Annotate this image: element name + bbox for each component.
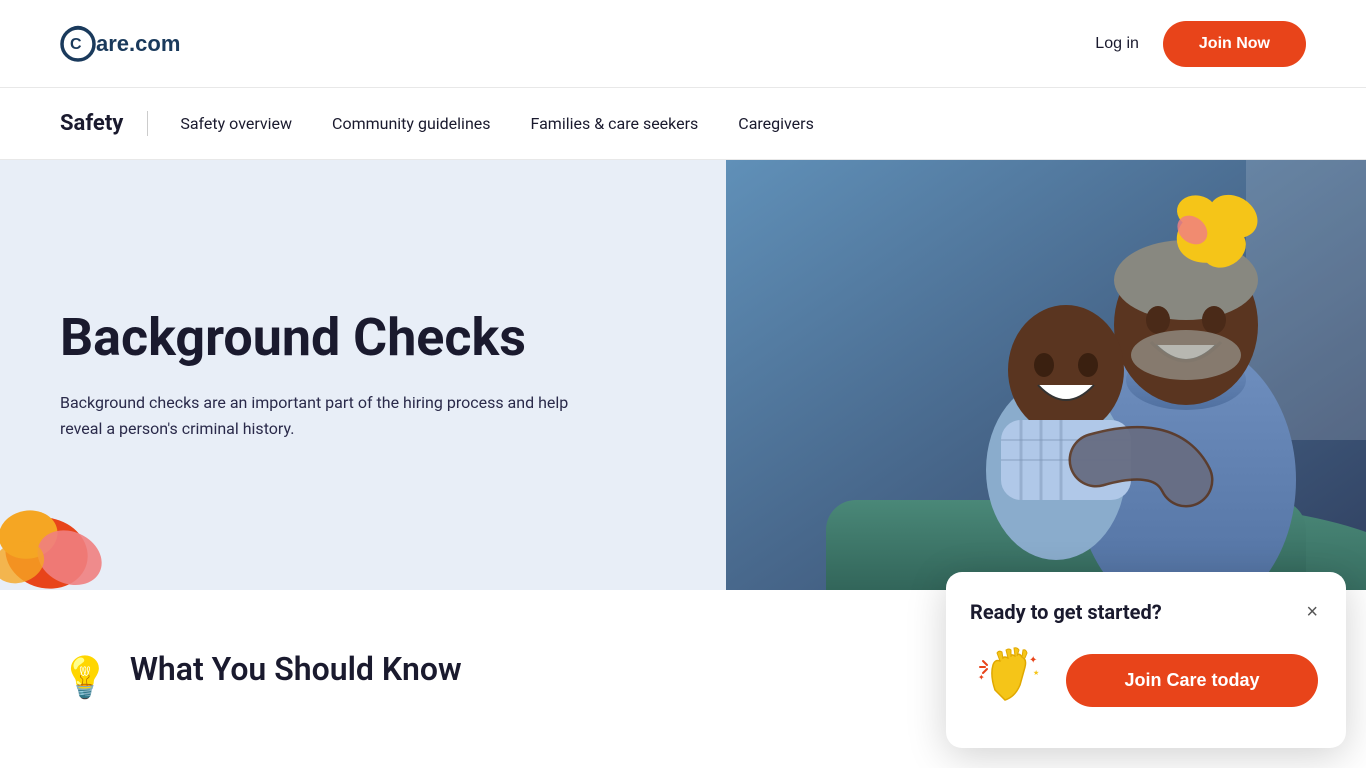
nav-item-families[interactable]: Families & care seekers xyxy=(531,114,699,133)
svg-text:✦: ✦ xyxy=(1029,655,1037,666)
popup-header: Ready to get started? × xyxy=(970,600,1318,624)
flower-decoration-top xyxy=(1146,180,1266,280)
hero-left: Background Checks Background checks are … xyxy=(0,160,726,590)
photo-svg xyxy=(726,160,1366,590)
header: C are.com Log in Join Now xyxy=(0,0,1366,88)
login-button[interactable]: Log in xyxy=(1095,35,1139,53)
popup-close-button[interactable]: × xyxy=(1306,602,1318,622)
svg-text:are.com: are.com xyxy=(96,31,180,56)
popup-title: Ready to get started? xyxy=(970,600,1162,624)
hero-photo-area xyxy=(726,160,1366,590)
safety-overview-link[interactable]: Safety overview xyxy=(180,114,292,133)
hero-description: Background checks are an important part … xyxy=(60,390,580,441)
caregivers-link[interactable]: Caregivers xyxy=(738,114,814,133)
bulb-icon: 💡 xyxy=(60,654,110,701)
community-guidelines-link[interactable]: Community guidelines xyxy=(332,114,490,133)
logo[interactable]: C are.com xyxy=(60,19,220,69)
hero-section: Background Checks Background checks are … xyxy=(0,160,1366,590)
families-link[interactable]: Families & care seekers xyxy=(531,114,699,133)
safety-nav: Safety Safety overview Community guideli… xyxy=(0,88,1366,160)
header-actions: Log in Join Now xyxy=(1095,21,1306,67)
lower-section-title: What You Should Know xyxy=(130,650,462,688)
nav-links: Safety overview Community guidelines Fam… xyxy=(180,114,814,133)
svg-text:C: C xyxy=(70,36,82,53)
popup-icon-area: ✦ ✦ ★ xyxy=(970,640,1050,720)
popup-body: ✦ ✦ ★ Join Care today xyxy=(970,640,1318,720)
care-logo: C are.com xyxy=(60,19,220,69)
popup: Ready to get started? × ✦ xyxy=(946,572,1346,748)
nav-item-caregivers[interactable]: Caregivers xyxy=(738,114,814,133)
safety-nav-title: Safety xyxy=(60,111,148,136)
join-now-button[interactable]: Join Now xyxy=(1163,21,1306,67)
clapping-hands-icon: ✦ ✦ ★ xyxy=(975,645,1045,715)
svg-text:✦: ✦ xyxy=(978,673,985,682)
nav-item-safety-overview[interactable]: Safety overview xyxy=(180,114,292,133)
hero-title: Background Checks xyxy=(60,309,666,366)
join-care-today-button[interactable]: Join Care today xyxy=(1066,654,1318,707)
nav-item-community-guidelines[interactable]: Community guidelines xyxy=(332,114,490,133)
svg-text:★: ★ xyxy=(1033,669,1039,677)
